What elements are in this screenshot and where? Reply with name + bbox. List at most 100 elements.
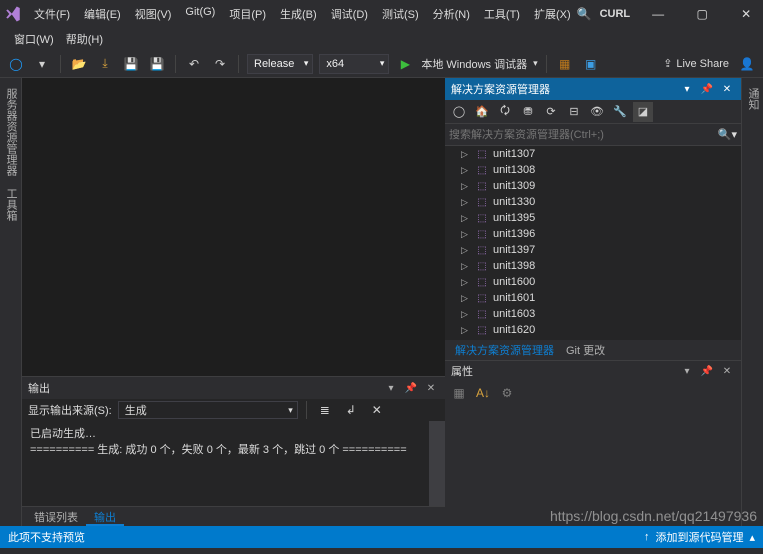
menu-edit[interactable]: 编辑(E) bbox=[78, 3, 127, 25]
menu-analyze[interactable]: 分析(N) bbox=[427, 3, 476, 25]
watermark: https://blog.csdn.net/qq21497936 bbox=[550, 508, 757, 524]
platform-select[interactable]: x64 bbox=[319, 54, 389, 74]
open-icon[interactable]: ⤓ bbox=[95, 54, 115, 74]
tb-icon-2[interactable]: ▣ bbox=[581, 54, 601, 74]
minimize-button[interactable]: — bbox=[638, 2, 678, 26]
new-icon[interactable]: 📂 bbox=[69, 54, 89, 74]
tree-item[interactable]: ▷⬚unit1620 bbox=[445, 322, 741, 338]
output-wrap-icon[interactable]: ✕ bbox=[367, 400, 387, 420]
tree-label: unit1395 bbox=[493, 212, 535, 224]
sln-refresh-icon[interactable]: ⟳ bbox=[541, 102, 561, 122]
sln-pin-icon[interactable]: 📌 bbox=[699, 81, 715, 97]
menu-build[interactable]: 生成(B) bbox=[274, 3, 323, 25]
expand-icon[interactable]: ▷ bbox=[461, 197, 471, 208]
sln-collapse-icon[interactable]: ⊟ bbox=[564, 102, 584, 122]
tree-item[interactable]: ▷⬚unit1309 bbox=[445, 178, 741, 194]
expand-icon[interactable]: ▷ bbox=[461, 165, 471, 176]
expand-icon[interactable]: ▷ bbox=[461, 213, 471, 224]
tb-icon-1[interactable]: ▦ bbox=[555, 54, 575, 74]
undo-icon[interactable]: ↶ bbox=[184, 54, 204, 74]
output-clear-icon[interactable]: ≣ bbox=[315, 400, 335, 420]
tree-item[interactable]: ▷⬚unit1330 bbox=[445, 194, 741, 210]
sln-close-icon[interactable]: ✕ bbox=[719, 81, 735, 97]
admin-icon[interactable]: 👤 bbox=[737, 54, 757, 74]
maximize-button[interactable]: ▢ bbox=[682, 2, 722, 26]
solution-tree[interactable]: ▷⬚unit1307▷⬚unit1308▷⬚unit1309▷⬚unit1330… bbox=[445, 146, 741, 340]
prop-events-icon[interactable]: ⚙ bbox=[497, 383, 517, 403]
nav-back-icon[interactable]: ◯ bbox=[6, 54, 26, 74]
project-icon: ⬚ bbox=[475, 307, 489, 321]
tab-error-list[interactable]: 错误列表 bbox=[26, 507, 86, 526]
tree-item[interactable]: ▷⬚unit1308 bbox=[445, 162, 741, 178]
prop-cat-icon[interactable]: ▦ bbox=[449, 383, 469, 403]
menu-view[interactable]: 视图(V) bbox=[129, 3, 178, 25]
right-tab-notifications[interactable]: 通知 bbox=[742, 82, 763, 116]
debugger-label[interactable]: 本地 Windows 调试器 bbox=[421, 56, 527, 72]
tab-git-changes[interactable]: Git 更改 bbox=[560, 340, 611, 360]
config-select[interactable]: Release bbox=[247, 54, 313, 74]
play-icon[interactable]: ▶ bbox=[395, 54, 415, 74]
menu-window[interactable]: 窗口(W) bbox=[8, 29, 60, 49]
save-icon[interactable]: 💾 bbox=[121, 54, 141, 74]
output-close-icon[interactable]: ✕ bbox=[423, 380, 439, 396]
expand-icon[interactable]: ▷ bbox=[461, 181, 471, 192]
sln-preview-icon[interactable]: ◪ bbox=[633, 102, 653, 122]
scrollbar[interactable] bbox=[429, 421, 445, 506]
nav-fwd-icon[interactable]: ▾ bbox=[32, 54, 52, 74]
status-scm-icon[interactable]: ↑ bbox=[644, 531, 650, 543]
menu-debug[interactable]: 调试(D) bbox=[325, 3, 374, 25]
menu-git[interactable]: Git(G) bbox=[179, 3, 221, 25]
live-share-button[interactable]: ⇪ Live Share bbox=[663, 57, 729, 70]
redo-icon[interactable]: ↷ bbox=[210, 54, 230, 74]
close-button[interactable]: ✕ bbox=[726, 2, 763, 26]
tree-item[interactable]: ▷⬚unit1398 bbox=[445, 258, 741, 274]
save-all-icon[interactable]: 💾 bbox=[147, 54, 167, 74]
left-tab-server[interactable]: 服务器资源管理器 bbox=[0, 82, 22, 182]
prop-dropdown-icon[interactable]: ▾ bbox=[679, 363, 695, 379]
menu-test[interactable]: 测试(S) bbox=[376, 3, 425, 25]
menu-help[interactable]: 帮助(H) bbox=[60, 29, 109, 49]
sln-prop-icon[interactable]: 🔧 bbox=[610, 102, 630, 122]
expand-icon[interactable]: ▷ bbox=[461, 277, 471, 288]
sln-search-input[interactable] bbox=[449, 129, 718, 141]
expand-icon[interactable]: ▷ bbox=[461, 229, 471, 240]
output-dropdown-icon[interactable]: ▾ bbox=[383, 380, 399, 396]
sln-sync-icon[interactable]: 🗘 bbox=[495, 102, 515, 122]
tab-output[interactable]: 输出 bbox=[86, 507, 124, 526]
tree-item[interactable]: ▷⬚unit1397 bbox=[445, 242, 741, 258]
expand-icon[interactable]: ▷ bbox=[461, 293, 471, 304]
expand-icon[interactable]: ▷ bbox=[461, 309, 471, 320]
output-line: 已启动生成… bbox=[30, 425, 437, 441]
sln-search-go-icon[interactable]: 🔍▾ bbox=[718, 128, 737, 141]
left-tab-toolbox[interactable]: 工具箱 bbox=[0, 182, 22, 227]
tree-item[interactable]: ▷⬚unit1601 bbox=[445, 290, 741, 306]
menu-project[interactable]: 项目(P) bbox=[223, 3, 272, 25]
tab-sln-explorer[interactable]: 解决方案资源管理器 bbox=[449, 340, 560, 360]
project-icon: ⬚ bbox=[475, 323, 489, 337]
search-icon[interactable]: 🔍 bbox=[577, 7, 592, 21]
tree-item[interactable]: ▷⬚unit1395 bbox=[445, 210, 741, 226]
output-source-select[interactable]: 生成 bbox=[118, 401, 298, 419]
sln-back-icon[interactable]: ◯ bbox=[449, 102, 469, 122]
prop-close-icon[interactable]: ✕ bbox=[719, 363, 735, 379]
prop-az-icon[interactable]: A↓ bbox=[473, 383, 493, 403]
expand-icon[interactable]: ▷ bbox=[461, 325, 471, 336]
menu-tools[interactable]: 工具(T) bbox=[478, 3, 526, 25]
sln-filter-icon[interactable]: ⛃ bbox=[518, 102, 538, 122]
expand-icon[interactable]: ▷ bbox=[461, 261, 471, 272]
sln-dropdown-icon[interactable]: ▾ bbox=[679, 81, 695, 97]
status-right[interactable]: 添加到源代码管理 bbox=[655, 529, 743, 545]
tree-item[interactable]: ▷⬚unit1600 bbox=[445, 274, 741, 290]
menu-extensions[interactable]: 扩展(X) bbox=[528, 3, 577, 25]
tree-item[interactable]: ▷⬚unit1307 bbox=[445, 146, 741, 162]
output-pin-icon[interactable]: 📌 bbox=[403, 380, 419, 396]
sln-show-icon[interactable]: 👁 bbox=[587, 102, 607, 122]
prop-pin-icon[interactable]: 📌 bbox=[699, 363, 715, 379]
output-toggle-icon[interactable]: ↲ bbox=[341, 400, 361, 420]
tree-item[interactable]: ▷⬚unit1603 bbox=[445, 306, 741, 322]
menu-file[interactable]: 文件(F) bbox=[28, 3, 76, 25]
sln-home-icon[interactable]: 🏠 bbox=[472, 102, 492, 122]
expand-icon[interactable]: ▷ bbox=[461, 245, 471, 256]
expand-icon[interactable]: ▷ bbox=[461, 149, 471, 160]
tree-item[interactable]: ▷⬚unit1396 bbox=[445, 226, 741, 242]
